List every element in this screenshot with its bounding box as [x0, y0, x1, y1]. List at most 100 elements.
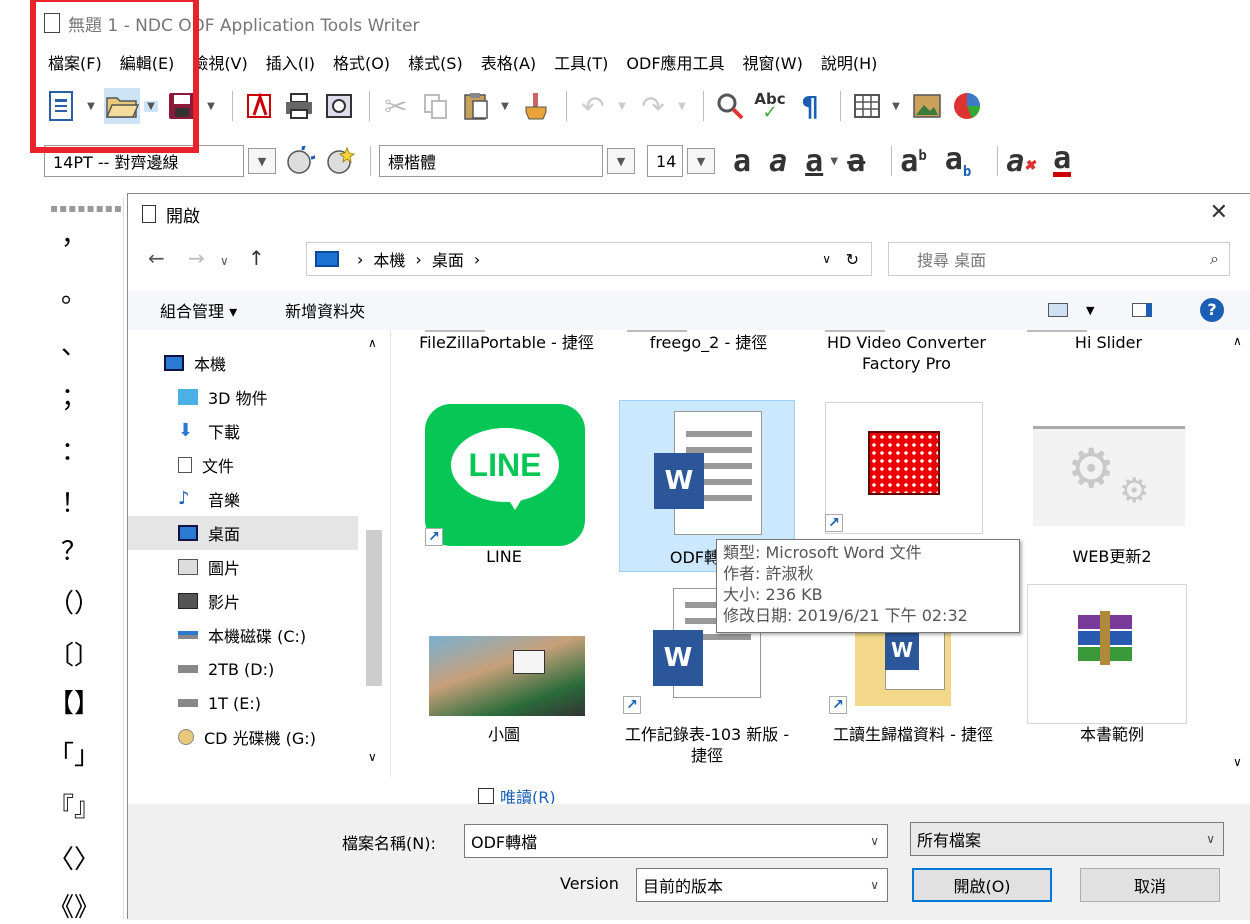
scroll-up-icon[interactable]: ∧ [368, 336, 377, 350]
menu-window[interactable]: 視窗(W) [743, 50, 803, 74]
new-folder-button[interactable]: 新增資料夾 [285, 298, 365, 322]
search-box[interactable]: 搜尋 桌面 ⌕ [888, 242, 1230, 276]
file-list-scrollbar[interactable]: ∧ ∨ [1227, 330, 1250, 777]
checkbox-box[interactable] [478, 788, 494, 804]
file-item[interactable]: Hi Slider [1021, 330, 1196, 353]
punct-colon[interactable]: ： [44, 431, 104, 468]
organize-button[interactable]: 組合管理 ▾ [160, 298, 237, 322]
font-size-box[interactable]: 14 [647, 145, 683, 177]
font-size-dropdown-icon[interactable]: ▼ [687, 148, 715, 174]
nav-item-desktop[interactable]: 桌面 [128, 516, 358, 550]
insert-chart-icon[interactable] [949, 88, 985, 124]
bold-icon[interactable]: a [733, 144, 751, 179]
file-item-line[interactable]: LINE ↗ LINE [411, 400, 591, 586]
font-name-dropdown-icon[interactable]: ▼ [607, 148, 635, 174]
spellcheck-icon[interactable]: Abc ✓ [752, 88, 788, 124]
filename-input[interactable]: ODF轉檔 ∨ [464, 824, 888, 858]
table-dropdown-arrow-icon[interactable]: ▼ [889, 101, 903, 112]
menu-tools[interactable]: 工具(T) [554, 50, 608, 74]
punct-question[interactable]: ？ [44, 531, 104, 568]
print-icon[interactable] [281, 88, 317, 124]
copy-icon[interactable] [418, 88, 454, 124]
open-folder-icon[interactable] [104, 88, 140, 124]
punct-comma[interactable]: ， [44, 215, 104, 252]
clear-formatting-icon[interactable]: a✖ [1006, 144, 1035, 179]
file-item-photo[interactable]: 小圖 [411, 584, 591, 770]
cut-icon[interactable]: ✂ [378, 88, 414, 124]
breadcrumb-pc[interactable]: 本機 [373, 247, 405, 271]
file-item-web[interactable]: ⚙ ⚙ WEB更新2 [1027, 400, 1197, 572]
version-select[interactable]: 目前的版本 ∨ [636, 868, 888, 902]
punct-white-corner-brackets[interactable]: 『』 [44, 787, 104, 824]
filename-dropdown-icon[interactable]: ∨ [870, 834, 879, 848]
clone-formatting-brush-icon[interactable] [518, 88, 554, 124]
menu-file[interactable]: 檔案(F) [48, 50, 102, 74]
back-arrow-icon[interactable]: ← [148, 246, 165, 270]
font-name-box[interactable]: 標楷體 [379, 145, 603, 177]
recent-locations-chevron-icon[interactable]: ∨ [220, 254, 229, 268]
punct-lenticular-brackets[interactable]: 【】 [44, 683, 104, 720]
punct-double-angle-brackets[interactable]: 《》 [44, 887, 104, 924]
superscript-icon[interactable]: ab [900, 144, 927, 179]
export-pdf-icon[interactable] [241, 88, 277, 124]
address-bar[interactable]: › 本機 › 桌面 › ∨ ↻ [306, 242, 872, 276]
cancel-button[interactable]: 取消 [1080, 868, 1220, 902]
undo-icon[interactable]: ↶ [575, 88, 611, 124]
help-icon[interactable]: ? [1200, 298, 1224, 322]
refresh-icon[interactable]: ↻ [846, 250, 859, 269]
panel-grip[interactable]: ▪▪▪▪▪▪▪▪ [50, 201, 123, 215]
menu-view[interactable]: 檢視(V) [192, 50, 247, 74]
insert-table-icon[interactable] [849, 88, 885, 124]
punct-parentheses[interactable]: （） [44, 583, 104, 620]
scroll-down-icon[interactable]: ∨ [1233, 755, 1242, 769]
new-document-icon[interactable] [44, 88, 80, 124]
formatting-marks-icon[interactable]: ¶ [792, 88, 828, 124]
paragraph-style-box[interactable]: 14PT -- 對齊邊線 [44, 145, 244, 177]
redo-icon[interactable]: ↷ [635, 88, 671, 124]
view-mode-icon[interactable] [1048, 303, 1068, 317]
nav-scroll-thumb[interactable] [366, 530, 382, 686]
paste-icon[interactable] [458, 88, 494, 124]
file-item[interactable]: FileZillaPortable - 捷徑 [419, 330, 594, 353]
up-arrow-icon[interactable]: ↑ [248, 246, 265, 270]
menu-format[interactable]: 格式(O) [333, 50, 390, 74]
menu-odf-tools[interactable]: ODF應用工具 [626, 50, 724, 74]
menu-insert[interactable]: 插入(I) [266, 50, 315, 74]
version-dropdown-icon[interactable]: ∨ [870, 878, 879, 892]
punct-corner-brackets[interactable]: 「」 [44, 735, 104, 772]
subscript-icon[interactable]: ab [945, 142, 972, 180]
insert-image-icon[interactable] [909, 88, 945, 124]
open-dropdown-arrow-icon[interactable]: ▼ [144, 100, 158, 112]
breadcrumb-desktop[interactable]: 桌面 [432, 247, 464, 271]
save-dropdown-arrow-icon[interactable]: ▼ [204, 101, 218, 112]
view-dropdown-icon[interactable]: ▼ [1086, 304, 1094, 317]
underline-dropdown-arrow-icon[interactable]: ▼ [827, 156, 841, 167]
paste-dropdown-arrow-icon[interactable]: ▼ [498, 101, 512, 112]
punct-enum-comma[interactable]: 、 [44, 325, 104, 362]
file-item-samples[interactable]: 本書範例 [1027, 584, 1197, 770]
punct-angle-brackets[interactable]: 〈〉 [44, 839, 104, 876]
italic-icon[interactable]: a [769, 144, 787, 179]
font-color-icon[interactable]: a [1053, 143, 1072, 177]
file-item[interactable]: freego_2 - 捷徑 [621, 330, 796, 353]
address-dropdown-icon[interactable]: ∨ [822, 252, 831, 266]
file-type-filter[interactable]: 所有檔案 ∨ [910, 822, 1224, 856]
punct-semicolon[interactable]: ； [44, 377, 104, 414]
menu-styles[interactable]: 樣式(S) [408, 50, 463, 74]
strikethrough-icon[interactable]: a [847, 144, 865, 179]
file-item[interactable]: HD Video Converter Factory Pro [819, 330, 994, 374]
redo-dropdown-arrow-icon[interactable]: ▼ [675, 101, 689, 112]
close-icon[interactable]: ✕ [1210, 200, 1228, 225]
print-preview-icon[interactable] [321, 88, 357, 124]
find-replace-icon[interactable] [712, 88, 748, 124]
punct-period[interactable]: 。 [44, 273, 104, 310]
punct-tortoise-brackets[interactable]: 〔〕 [44, 635, 104, 672]
undo-dropdown-arrow-icon[interactable]: ▼ [615, 101, 629, 112]
paragraph-style-dropdown-icon[interactable]: ▼ [248, 148, 276, 174]
new-style-icon[interactable] [322, 143, 358, 179]
new-dropdown-arrow-icon[interactable]: ▼ [84, 101, 98, 112]
forward-arrow-icon[interactable]: → [188, 246, 205, 270]
save-disk-icon[interactable] [164, 88, 200, 124]
menu-help[interactable]: 說明(H) [821, 50, 878, 74]
menu-table[interactable]: 表格(A) [481, 50, 536, 74]
